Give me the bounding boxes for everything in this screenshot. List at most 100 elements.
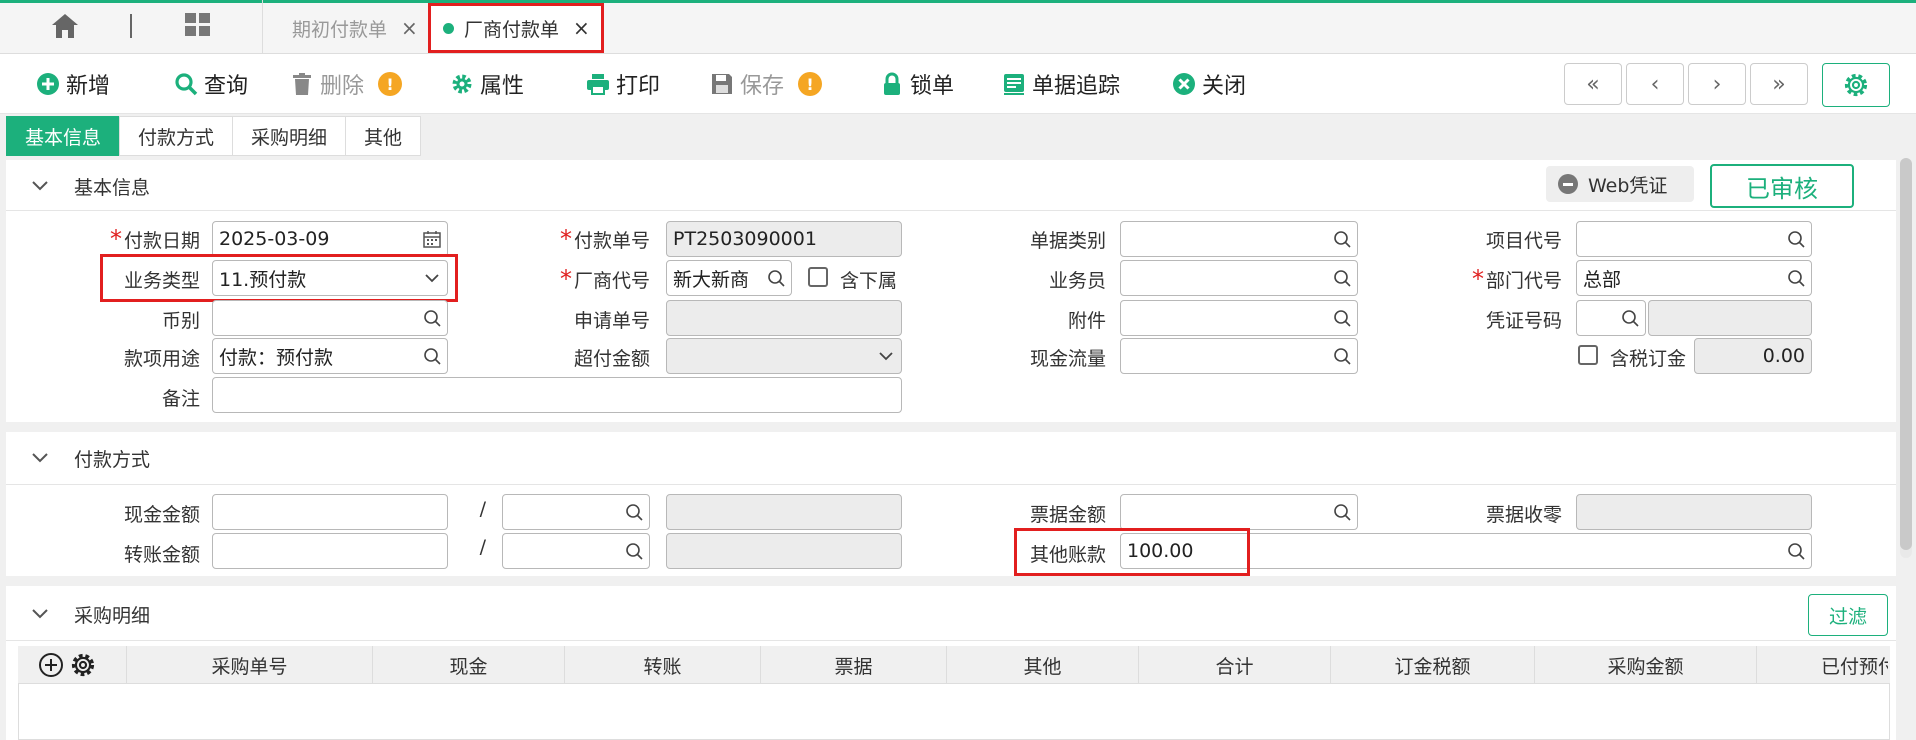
lock-button[interactable]: 锁单 (880, 68, 954, 100)
purpose-field[interactable]: 付款：预付款 (212, 338, 448, 374)
home-icon[interactable] (50, 12, 86, 40)
search-icon[interactable] (1333, 503, 1351, 521)
divider (6, 484, 1896, 485)
biz-type-select[interactable]: 11.预付款 (212, 260, 448, 296)
col-purchase-no[interactable]: 采购单号 (126, 646, 372, 684)
tab-bar (0, 0, 1916, 54)
salesman-field[interactable] (1120, 260, 1358, 296)
search-icon[interactable] (1787, 230, 1805, 248)
tab-payment-method[interactable]: 付款方式 (119, 116, 234, 156)
payment-method-header[interactable]: 付款方式 (32, 444, 150, 472)
cash-account-field[interactable] (502, 494, 650, 530)
add-row-icon[interactable] (38, 652, 64, 678)
col-total[interactable]: 合计 (1138, 646, 1330, 684)
purchase-detail-header[interactable]: 采购明细 (32, 600, 150, 628)
bill-receipt-label: 票据收零 (1485, 503, 1562, 526)
last-record-button[interactable]: » (1750, 63, 1808, 105)
section-tabs: 基本信息 付款方式 采购明细 其他 (6, 116, 422, 156)
col-purchase-amount[interactable]: 采购金额 (1534, 646, 1756, 684)
active-dot-icon (443, 22, 454, 34)
close-button[interactable]: 关闭 (1172, 68, 1246, 100)
transfer-account-name (666, 533, 902, 569)
attach-field[interactable] (1120, 300, 1358, 336)
web-voucher-button[interactable]: Web凭证 (1546, 166, 1694, 202)
dept-field[interactable]: 总部 (1576, 260, 1812, 296)
search-icon[interactable] (625, 503, 643, 521)
chevron-down-icon (32, 181, 48, 191)
basic-info-header[interactable]: 基本信息 (32, 172, 150, 200)
tab-other[interactable]: 其他 (345, 116, 422, 156)
section-title: 采购明细 (74, 604, 151, 627)
tab-basic-info[interactable]: 基本信息 (6, 116, 121, 156)
filter-button[interactable]: 过滤 (1808, 594, 1888, 636)
bill-amount-field[interactable] (1120, 494, 1358, 530)
search-icon[interactable] (1333, 230, 1351, 248)
doc-type-field[interactable] (1120, 221, 1358, 257)
search-icon[interactable] (1333, 309, 1351, 327)
col-other[interactable]: 其他 (946, 646, 1138, 684)
printer-icon (587, 74, 609, 95)
col-prepaid[interactable]: 已付预付 (1756, 646, 1888, 684)
col-transfer[interactable]: 转账 (564, 646, 760, 684)
grid-settings-icon[interactable] (70, 652, 96, 678)
close-icon[interactable]: × (401, 16, 418, 40)
delete-button[interactable]: 删除 ! (290, 68, 403, 100)
search-icon[interactable] (423, 309, 441, 327)
search-icon[interactable] (1621, 309, 1639, 327)
search-icon[interactable] (1787, 542, 1805, 560)
search-icon[interactable] (1333, 269, 1351, 287)
grid-menu-icon[interactable] (184, 12, 214, 40)
purpose-label: 款项用途 (123, 347, 200, 370)
currency-field[interactable] (212, 300, 448, 336)
search-icon[interactable] (625, 542, 643, 560)
search-icon[interactable] (1787, 269, 1805, 287)
print-button[interactable]: 打印 (586, 68, 660, 100)
tab-purchase-detail[interactable]: 采购明细 (232, 116, 347, 156)
overpay-select[interactable] (666, 338, 902, 374)
voucher-no-field[interactable] (1576, 300, 1646, 336)
remark-field[interactable] (212, 377, 902, 413)
query-label: 查询 (204, 74, 249, 99)
search-icon[interactable] (423, 347, 441, 365)
settings-button[interactable] (1822, 63, 1890, 107)
first-record-button[interactable]: « (1564, 63, 1622, 105)
scrollbar-thumb[interactable] (1900, 158, 1912, 550)
cashflow-field[interactable] (1120, 338, 1358, 374)
prev-record-button[interactable]: ‹ (1626, 63, 1684, 105)
trace-label: 单据追踪 (1032, 74, 1121, 99)
search-icon[interactable] (767, 269, 785, 287)
transfer-amount-field[interactable] (212, 533, 448, 569)
tab-vendor-payment[interactable]: 厂商付款单 × (428, 3, 604, 53)
close-label: 关闭 (1202, 74, 1247, 99)
search-icon[interactable] (1333, 347, 1351, 365)
vendor-field[interactable]: 新大新商 (666, 260, 792, 296)
add-button[interactable]: 新增 (36, 68, 110, 100)
calendar-icon[interactable] (423, 230, 441, 248)
close-icon[interactable]: × (573, 16, 590, 40)
col-cash[interactable]: 现金 (372, 646, 564, 684)
properties-button[interactable]: 属性 (450, 68, 524, 100)
transfer-account-field[interactable] (502, 533, 650, 569)
slash-separator: / (479, 536, 486, 558)
col-tax-deposit[interactable]: 订金税额 (1330, 646, 1534, 684)
trace-button[interactable]: 单据追踪 (1002, 68, 1120, 100)
doc-type-label: 单据类别 (1029, 229, 1106, 252)
cash-amount-field[interactable] (212, 494, 448, 530)
cash-label: 现金金额 (123, 503, 200, 526)
query-button[interactable]: 查询 (174, 68, 248, 100)
chevron-down-icon (879, 352, 893, 361)
cash-account-name (666, 494, 902, 530)
tab-opening-payment[interactable]: 期初付款单 × (292, 6, 418, 50)
col-bill[interactable]: 票据 (760, 646, 946, 684)
project-field[interactable] (1576, 221, 1812, 257)
save-button[interactable]: 保存 ! (710, 68, 823, 100)
tab-divider (262, 0, 263, 54)
pay-date-field[interactable]: 2025-03-09 (212, 221, 448, 257)
include-sub-checkbox[interactable] (808, 267, 828, 287)
dept-label: * 部门代号 (1471, 265, 1562, 293)
next-record-button[interactable]: › (1688, 63, 1746, 105)
close-circle-icon (1173, 73, 1195, 95)
section-title: 基本信息 (74, 176, 151, 199)
tax-order-checkbox[interactable] (1578, 345, 1598, 365)
delete-label: 删除 (320, 74, 365, 99)
